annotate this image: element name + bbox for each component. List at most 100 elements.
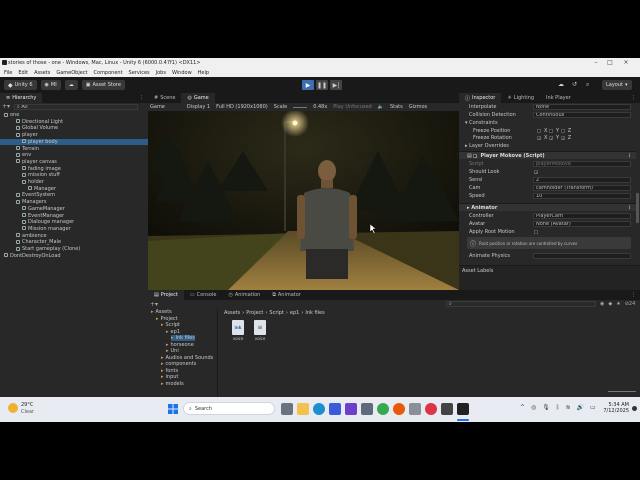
hierarchy-item[interactable]: one <box>4 112 19 118</box>
freeze-rotation-toggles[interactable]: ✓ X ✓ Y ✓ Z <box>537 135 571 141</box>
more-icon[interactable]: ⋮ <box>139 95 144 101</box>
hierarchy-item[interactable]: Managers <box>16 199 47 205</box>
asset-store-button[interactable]: ▣ Asset Store <box>81 80 125 90</box>
asset-item[interactable]: ≡ voice <box>252 320 268 341</box>
mi-button[interactable]: ◉ MI <box>40 80 61 90</box>
play-button[interactable]: ▶ <box>302 80 314 90</box>
gizmos-button[interactable]: Gizmos <box>409 104 427 110</box>
animator-header[interactable]: ▸ Animator ⋮ <box>459 203 636 211</box>
folder-tree-item[interactable]: ▸ components <box>161 361 196 367</box>
weather-temp[interactable]: 29°C <box>21 402 33 408</box>
add-icon[interactable]: +▾ <box>2 104 12 110</box>
hierarchy-item[interactable]: fading image <box>22 166 61 172</box>
collab-icon[interactable]: ☁ <box>558 81 564 88</box>
hierarchy-item[interactable]: EventManager <box>22 213 64 219</box>
resolution-dropdown[interactable]: Full HD (1920x1080) <box>216 104 268 110</box>
breadcrumb-ink-files[interactable]: Ink files <box>305 310 324 316</box>
icon-size-slider[interactable] <box>608 391 636 392</box>
controller-field[interactable]: PlayerCam <box>533 213 631 219</box>
undo-history-icon[interactable]: ↺ <box>572 81 577 88</box>
component-menu-icon[interactable]: ⋮ <box>627 204 632 212</box>
search-icon[interactable]: ⌕ <box>586 81 589 89</box>
hierarchy-item[interactable]: Character_Male <box>16 239 61 245</box>
hierarchy-item[interactable]: DontDestroyOnLoad <box>4 253 61 259</box>
menu-services[interactable]: Services <box>129 70 150 76</box>
folder-tree-item[interactable]: ▸ ep1 <box>166 329 180 335</box>
sensi-input[interactable]: 2 <box>533 177 631 183</box>
component-menu-icon[interactable]: ⋮ <box>627 152 632 160</box>
hierarchy-item[interactable]: ambience <box>16 233 47 239</box>
player-mokove-header[interactable]: ▤ ✓ Player Mokove (Script) ⋮ <box>459 151 636 159</box>
close-icon[interactable]: × <box>622 59 630 67</box>
game-view[interactable] <box>148 111 459 290</box>
folder-tree-item[interactable]: ▸ Audios and Sounds <box>161 355 213 361</box>
interpolate-dropdown[interactable]: None <box>533 104 631 110</box>
menu-component[interactable]: Component <box>94 70 123 76</box>
hierarchy-item[interactable]: player canvas <box>16 159 57 165</box>
tab-console[interactable]: ▭ Console <box>184 290 223 300</box>
filter-label-icon[interactable]: ◆ <box>608 301 612 307</box>
should-look-checkbox[interactable]: ✓ <box>534 169 541 175</box>
unity-editor-icon[interactable] <box>457 403 469 415</box>
favorite-icon[interactable]: ★ <box>616 301 620 307</box>
play-unfocused-dropdown[interactable]: Play Unfocused <box>333 104 371 110</box>
tab-inspector[interactable]: ⓘ Inspector <box>459 93 502 103</box>
asset-item[interactable]: ink voice <box>230 320 246 341</box>
github-icon[interactable] <box>409 403 421 415</box>
filter-type-icon[interactable]: ◉ <box>600 301 604 307</box>
hierarchy-item[interactable]: GameManager <box>22 206 65 212</box>
wifi-icon[interactable]: ≋ <box>566 404 571 411</box>
hierarchy-item[interactable]: Terrain <box>16 146 39 152</box>
more-icon[interactable]: ⋮ <box>631 95 636 101</box>
unity-hub-icon[interactable] <box>441 403 453 415</box>
animate-physics-field[interactable] <box>533 253 631 259</box>
app-icon[interactable] <box>425 403 437 415</box>
taskbar-search[interactable]: ⌕ Search <box>183 402 275 415</box>
chrome-icon[interactable] <box>377 403 389 415</box>
folder-tree-item[interactable]: ▸ Uni <box>166 348 179 354</box>
menu-edit[interactable]: Edit <box>18 70 28 76</box>
notification-icon[interactable] <box>632 406 637 411</box>
task-view-icon[interactable] <box>281 403 293 415</box>
breadcrumb-script[interactable]: Script <box>269 310 284 316</box>
account-button[interactable]: ◆ Unity 6 <box>4 80 37 90</box>
windows-start-icon[interactable] <box>168 404 178 414</box>
tab-project[interactable]: ▤ Project <box>148 290 184 300</box>
scale-slider[interactable] <box>293 106 308 108</box>
project-search-input[interactable]: ⌕ <box>446 301 596 307</box>
folder-tree-item[interactable]: ▸ horseone <box>166 342 194 348</box>
mute-icon[interactable]: 🔈 <box>378 104 384 110</box>
display-dropdown[interactable]: Display 1 <box>187 104 210 110</box>
menu-jobs[interactable]: Jobs <box>156 70 166 76</box>
more-icon[interactable]: ⋮ <box>631 292 636 298</box>
tab-ink-player[interactable]: Ink Player <box>540 93 577 103</box>
vscode-icon[interactable] <box>345 403 357 415</box>
collision-detection-dropdown[interactable]: Continuous <box>533 112 631 118</box>
weather-desc[interactable]: Clear <box>21 409 34 415</box>
freeze-position-toggles[interactable]: X Y Z <box>537 128 571 134</box>
inspector-scrollbar[interactable] <box>636 193 639 223</box>
menu-file[interactable]: File <box>4 70 12 76</box>
pause-button[interactable]: ❚❚ <box>316 80 328 90</box>
hierarchy-item[interactable]: holder <box>22 179 44 185</box>
clock[interactable]: 5:34 AM 7/12/2025 <box>603 402 629 414</box>
add-icon[interactable]: +▾ <box>150 301 158 308</box>
hierarchy-item[interactable]: Start gameplay (Clone) <box>16 246 80 252</box>
hierarchy-item[interactable]: EventSystem <box>16 192 55 198</box>
avatar-field[interactable]: None (Avatar) <box>533 221 631 227</box>
menu-help[interactable]: Help <box>198 70 209 76</box>
edge-icon[interactable] <box>313 403 325 415</box>
hierarchy-item[interactable]: player <box>16 132 38 138</box>
menu-gameobject[interactable]: GameObject <box>56 70 87 76</box>
hierarchy-item[interactable]: Manager <box>28 186 56 192</box>
hierarchy-search-input[interactable]: ⌕ All <box>14 104 138 110</box>
settings-icon[interactable] <box>361 403 373 415</box>
firefox-icon[interactable] <box>393 403 405 415</box>
tab-animation[interactable]: ◷ Animation <box>222 290 266 300</box>
speed-input[interactable]: 10 <box>533 193 631 199</box>
minimize-icon[interactable]: – <box>592 59 600 67</box>
folder-tree-item[interactable]: ▸ fonts <box>161 368 178 374</box>
weather-moon-icon[interactable] <box>8 403 18 413</box>
hierarchy-item[interactable]: env <box>16 152 31 158</box>
cloud-button[interactable]: ☁ <box>64 80 78 90</box>
